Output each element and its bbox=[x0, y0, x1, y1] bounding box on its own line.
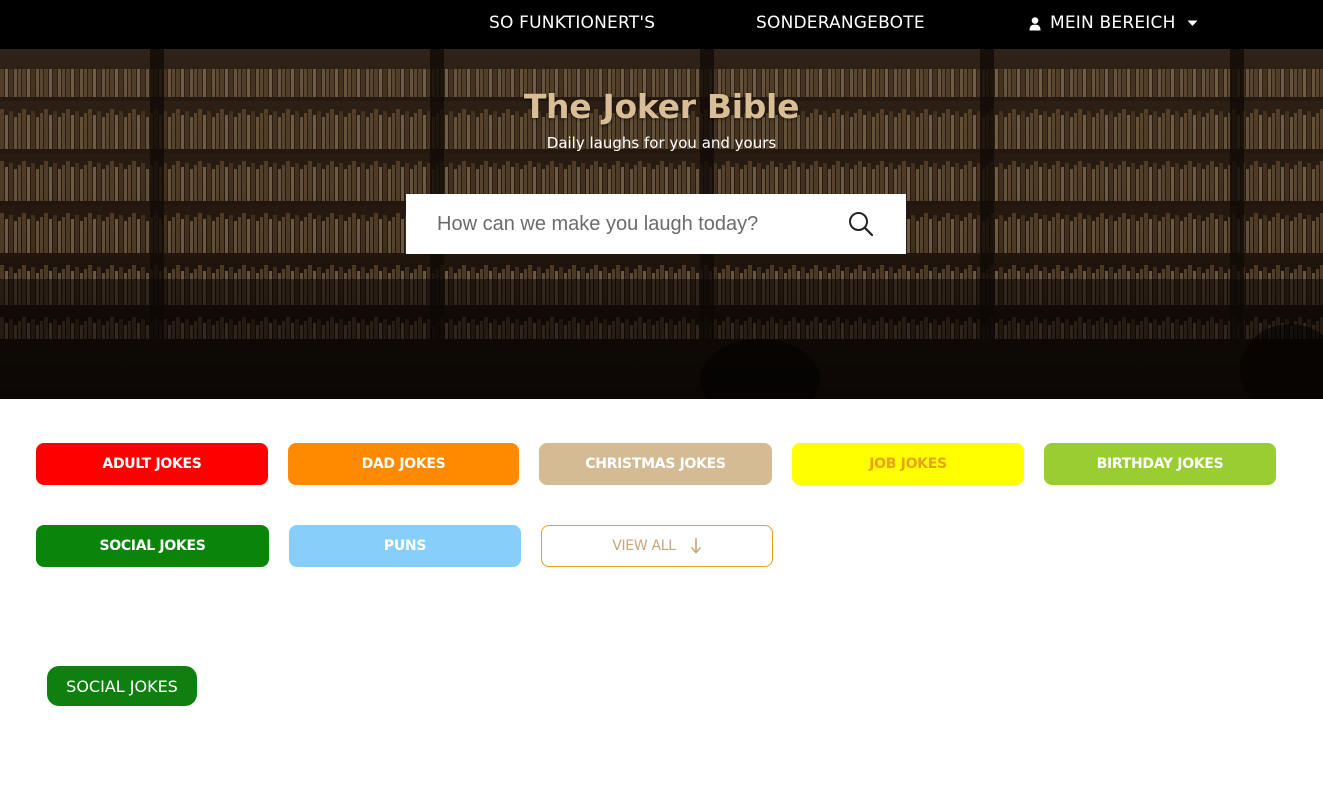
nav-link-special-offers[interactable]: SONDERANGEBOTE bbox=[756, 0, 925, 47]
category-label: BIRTHDAY JOKES bbox=[1096, 456, 1224, 472]
category-button-puns[interactable]: PUNS bbox=[289, 525, 521, 567]
site-title: The Joker Bible bbox=[523, 87, 800, 126]
search-bar bbox=[406, 194, 906, 254]
top-navigation: SO FUNKTIONERT'S SONDERANGEBOTE MEIN BER… bbox=[0, 0, 1323, 49]
category-button-adult-jokes[interactable]: ADULT JOKES bbox=[36, 443, 268, 485]
user-icon bbox=[1029, 16, 1041, 30]
view-all-button[interactable]: VIEW ALL bbox=[541, 525, 773, 567]
arrow-down-icon bbox=[690, 538, 701, 554]
category-label: ADULT JOKES bbox=[102, 456, 202, 472]
site-tagline: Daily laughs for you and yours bbox=[546, 134, 777, 152]
nav-account-menu[interactable]: MEIN BEREICH bbox=[1029, 0, 1198, 47]
search-input[interactable] bbox=[437, 204, 837, 244]
category-label: SOCIAL JOKES bbox=[99, 538, 206, 554]
category-label: PUNS bbox=[383, 538, 427, 554]
caret-down-icon bbox=[1187, 20, 1198, 26]
hero-banner: The Joker Bible Daily laughs for you and… bbox=[0, 49, 1323, 399]
category-button-birthday-jokes[interactable]: BIRTHDAY JOKES bbox=[1044, 443, 1276, 485]
category-label: JOB JOKES bbox=[869, 456, 947, 472]
category-button-social-jokes[interactable]: SOCIAL JOKES bbox=[36, 525, 269, 567]
nav-account-label: MEIN BEREICH bbox=[1050, 13, 1176, 33]
category-button-christmas-jokes[interactable]: CHRISTMAS JOKES bbox=[539, 443, 772, 485]
search-icon[interactable] bbox=[847, 210, 875, 238]
category-button-job-jokes[interactable]: JOB JOKES bbox=[792, 443, 1024, 485]
category-button-dad-jokes[interactable]: DAD JOKES bbox=[288, 443, 519, 485]
active-category-tag[interactable]: SOCIAL JOKES bbox=[47, 666, 197, 706]
category-label: DAD JOKES bbox=[361, 456, 446, 472]
view-all-label: VIEW ALL bbox=[612, 538, 676, 554]
category-label: CHRISTMAS JOKES bbox=[585, 456, 726, 472]
nav-link-how-it-works[interactable]: SO FUNKTIONERT'S bbox=[489, 0, 655, 47]
